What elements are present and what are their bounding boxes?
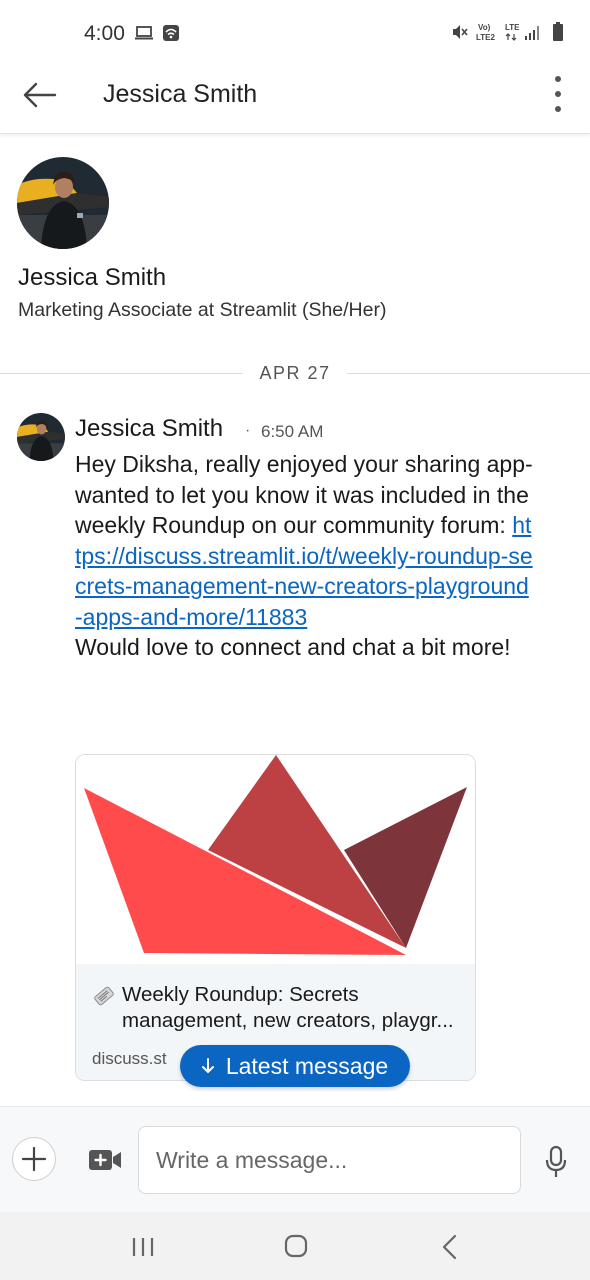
newspaper-icon: [92, 984, 116, 1034]
message-composer: [0, 1106, 590, 1212]
back-icon: [442, 1234, 457, 1260]
latest-message-button[interactable]: Latest message: [180, 1045, 410, 1087]
streamlit-logo-image: [76, 755, 475, 964]
back-button[interactable]: [22, 80, 58, 110]
more-options-button[interactable]: [552, 76, 564, 112]
status-bar: 4:00 Vo) LTE2 LTE: [0, 0, 590, 64]
latest-message-label: Latest message: [225, 1052, 389, 1079]
message-body: Hey Diksha, really enjoyed your sharing …: [75, 449, 535, 663]
back-arrow-icon: [23, 82, 57, 108]
recents-button[interactable]: [131, 1236, 155, 1258]
system-back-button[interactable]: [441, 1234, 459, 1260]
voice-message-button[interactable]: [545, 1145, 567, 1179]
home-button[interactable]: [284, 1234, 308, 1258]
wifi-calling-icon: [162, 24, 180, 47]
home-icon: [284, 1234, 308, 1258]
more-vertical-icon: [555, 76, 561, 82]
sender-avatar[interactable]: [17, 413, 65, 461]
attach-button[interactable]: [12, 1137, 56, 1181]
profile-name[interactable]: Jessica Smith: [18, 264, 166, 292]
message-sender[interactable]: Jessica Smith: [75, 415, 223, 443]
divider-line-right: [347, 373, 590, 374]
profile-avatar[interactable]: [17, 157, 109, 249]
message-text: Hey Diksha, really enjoyed your sharing …: [75, 451, 533, 538]
message-input[interactable]: [138, 1126, 521, 1194]
system-navigation-bar: [0, 1212, 590, 1280]
svg-text:Vo): Vo): [478, 23, 491, 32]
volte-icon: Vo) LTE2: [476, 22, 498, 47]
svg-text:LTE: LTE: [505, 23, 520, 32]
message-text-closing: Would love to connect and chat a bit mor…: [75, 634, 511, 660]
laptop-icon: [134, 25, 154, 46]
message-time: 6:50 AM: [261, 422, 324, 441]
conversation-header: Jessica Smith: [0, 64, 590, 134]
date-divider: APR 27: [0, 362, 590, 386]
mic-icon: [545, 1145, 567, 1177]
link-preview-domain: discuss.st: [92, 1049, 167, 1068]
link-preview-card[interactable]: Weekly Roundup: Secrets management, new …: [75, 754, 476, 1081]
video-message-button[interactable]: [88, 1147, 122, 1173]
profile-headline: Marketing Associate at Streamlit (She/He…: [18, 299, 387, 321]
link-preview-title: Weekly Roundup: Secrets management, new …: [122, 983, 454, 1032]
plus-icon: [21, 1146, 47, 1172]
battery-icon: [552, 22, 564, 47]
svg-text:LTE2: LTE2: [476, 33, 496, 42]
status-time: 4:00: [84, 22, 125, 45]
mute-icon: [451, 23, 469, 46]
arrow-down-icon: [201, 1058, 214, 1073]
header-title[interactable]: Jessica Smith: [103, 80, 257, 109]
video-add-icon: [89, 1150, 121, 1170]
lte-signal-icon: LTE: [505, 22, 545, 47]
recents-icon: [132, 1238, 154, 1256]
meta-separator: ·: [245, 422, 251, 439]
